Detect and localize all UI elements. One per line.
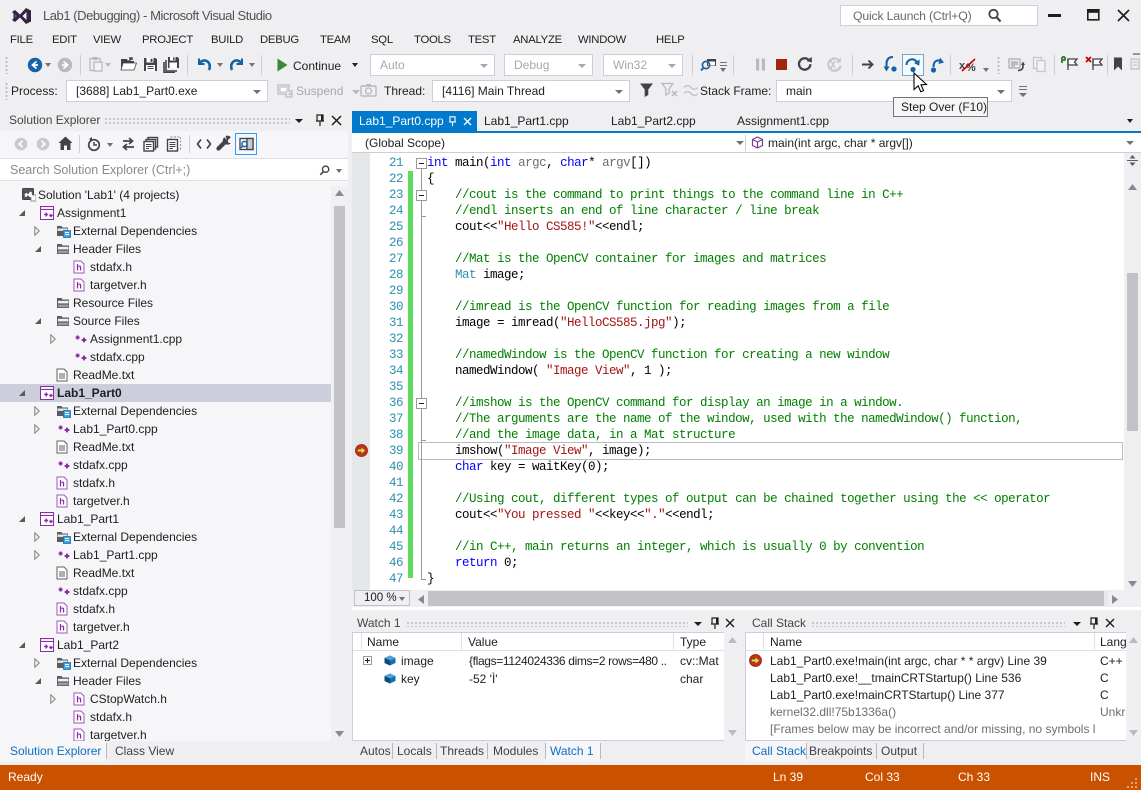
svg-text:h: h [76, 281, 82, 291]
svg-text:h: h [59, 497, 64, 507]
svg-text:h: h [76, 263, 82, 273]
svg-text:h: h [59, 479, 64, 489]
svg-text:h: h [59, 623, 64, 633]
svg-text:h: h [59, 605, 64, 615]
svg-text:h: h [76, 713, 82, 723]
svg-text:h: h [76, 731, 82, 741]
svg-text:h: h [76, 695, 82, 705]
